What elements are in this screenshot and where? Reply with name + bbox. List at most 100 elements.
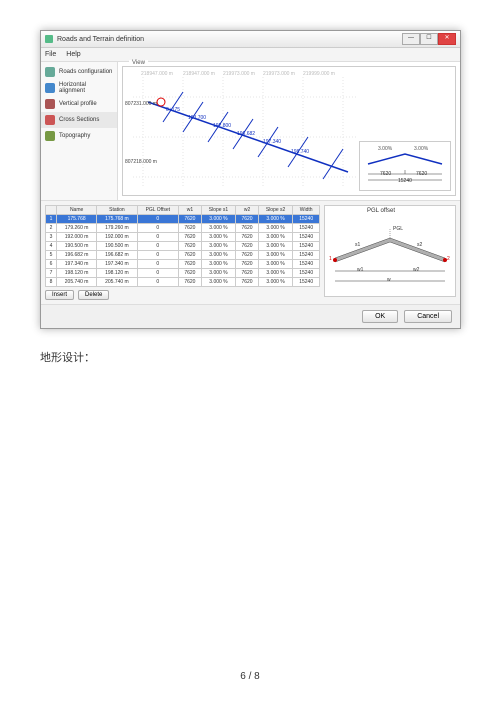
table-cell[interactable]: 175.768 m [97,215,137,224]
table-header[interactable]: w2 [236,206,259,215]
table-cell[interactable]: 197.340 m [97,260,137,269]
table-cell[interactable]: 7620 [236,251,259,260]
table-cell[interactable]: 7620 [179,215,202,224]
table-cell[interactable]: 3.000 % [201,215,235,224]
table-header[interactable]: Slope s2 [258,206,292,215]
menu-help[interactable]: Help [66,51,80,58]
table-header[interactable]: Name [56,206,96,215]
table-cell[interactable]: 198.120 m [97,269,137,278]
table-row[interactable]: 4190.500 m190.500 m076203.000 %76203.000… [46,242,320,251]
table-row[interactable]: 1175.768175.768 m076203.000 %76203.000 %… [46,215,320,224]
table-cell[interactable]: 197.340 m [56,260,96,269]
table-cell[interactable]: 3 [46,233,57,242]
table-cell[interactable]: 3.000 % [258,233,292,242]
table-cell[interactable]: 3.000 % [201,269,235,278]
table-cell[interactable]: 7620 [179,251,202,260]
table-cell[interactable]: 0 [137,242,178,251]
table-cell[interactable]: 179.260 m [97,224,137,233]
sidebar-item-cross-sections[interactable]: Cross Sections [41,112,117,128]
table-cell[interactable]: 3.000 % [258,278,292,287]
table-cell[interactable]: 205.740 m [97,278,137,287]
table-cell[interactable]: 196.682 m [56,251,96,260]
table-cell[interactable]: 192.000 m [97,233,137,242]
table-cell[interactable]: 190.500 m [56,242,96,251]
menu-file[interactable]: File [45,51,56,58]
table-row[interactable]: 5196.682 m196.682 m076203.000 %76203.000… [46,251,320,260]
sidebar-item-roads-config[interactable]: Roads configuration [41,64,117,80]
table-cell[interactable]: 175.768 [56,215,96,224]
table-cell[interactable]: 3.000 % [201,233,235,242]
table-header[interactable]: w1 [179,206,202,215]
plan-area[interactable]: 218947.000 m 218947.000 m 219973.000 m 2… [123,67,363,195]
table-cell[interactable]: 2 [46,224,57,233]
table-cell[interactable]: 15240 [293,269,320,278]
table-cell[interactable]: 3.000 % [201,251,235,260]
table-cell[interactable]: 205.740 m [56,278,96,287]
table-cell[interactable]: 7620 [179,260,202,269]
table-cell[interactable]: 3.000 % [258,224,292,233]
table-cell[interactable]: 7620 [179,278,202,287]
delete-button[interactable]: Delete [78,290,109,300]
table-row[interactable]: 8205.740 m205.740 m076203.000 %76203.000… [46,278,320,287]
plan-view[interactable]: View 21894 [122,66,456,196]
table-cell[interactable]: 0 [137,278,178,287]
table-cell[interactable]: 7620 [236,224,259,233]
table-header[interactable]: Width [293,206,320,215]
table-cell[interactable]: 15240 [293,215,320,224]
table-cell[interactable]: 0 [137,224,178,233]
table-cell[interactable]: 15240 [293,224,320,233]
table-cell[interactable]: 7620 [236,278,259,287]
table-cell[interactable]: 7620 [236,260,259,269]
table-cell[interactable]: 6 [46,260,57,269]
table-header[interactable]: Slope s1 [201,206,235,215]
close-button[interactable]: ✕ [438,33,456,45]
ok-button[interactable]: OK [362,310,398,323]
titlebar[interactable]: Roads and Terrain definition — ☐ ✕ [41,31,460,48]
table-cell[interactable]: 190.500 m [97,242,137,251]
table-cell[interactable]: 15240 [293,251,320,260]
table-cell[interactable]: 8 [46,278,57,287]
cancel-button[interactable]: Cancel [404,310,452,323]
table-cell[interactable]: 0 [137,233,178,242]
sidebar-item-vertical[interactable]: Vertical profile [41,96,117,112]
table-cell[interactable]: 7620 [236,242,259,251]
table-cell[interactable]: 7620 [179,224,202,233]
table-row[interactable]: 2179.260 m179.260 m076203.000 %76203.000… [46,224,320,233]
maximize-button[interactable]: ☐ [420,33,438,45]
table-cell[interactable]: 7620 [179,242,202,251]
insert-button[interactable]: Insert [45,290,74,300]
table-cell[interactable]: 196.682 m [97,251,137,260]
table-cell[interactable]: 3.000 % [201,278,235,287]
table-header[interactable]: PGL Offset [137,206,178,215]
table-cell[interactable]: 7620 [236,269,259,278]
table-cell[interactable]: 179.260 m [56,224,96,233]
table-cell[interactable]: 7620 [236,215,259,224]
table-cell[interactable]: 0 [137,260,178,269]
table-header[interactable]: Station [97,206,137,215]
table-cell[interactable]: 15240 [293,242,320,251]
table-cell[interactable]: 15240 [293,278,320,287]
table-cell[interactable]: 3.000 % [201,224,235,233]
table-cell[interactable]: 3.000 % [201,242,235,251]
table-cell[interactable]: 0 [137,215,178,224]
table-cell[interactable]: 3.000 % [201,260,235,269]
table-header[interactable] [46,206,57,215]
table-cell[interactable]: 4 [46,242,57,251]
cross-section-table[interactable]: NameStationPGL Offsetw1Slope s1w2Slope s… [45,205,320,287]
table-cell[interactable]: 0 [137,251,178,260]
table-row[interactable]: 7198.120 m198.120 m076203.000 %76203.000… [46,269,320,278]
table-cell[interactable]: 198.120 m [56,269,96,278]
table-cell[interactable]: 3.000 % [258,215,292,224]
table-cell[interactable]: 192.000 m [56,233,96,242]
table-cell[interactable]: 5 [46,251,57,260]
table-cell[interactable]: 7620 [236,233,259,242]
table-cell[interactable]: 3.000 % [258,260,292,269]
table-cell[interactable]: 3.000 % [258,242,292,251]
table-cell[interactable]: 1 [46,215,57,224]
table-cell[interactable]: 3.000 % [258,269,292,278]
table-cell[interactable]: 3.000 % [258,251,292,260]
sidebar-item-horizontal[interactable]: Horizontal alignment [41,80,117,96]
sidebar-item-topography[interactable]: Topography [41,128,117,144]
minimize-button[interactable]: — [402,33,420,45]
table-row[interactable]: 6197.340 m197.340 m076203.000 %76203.000… [46,260,320,269]
